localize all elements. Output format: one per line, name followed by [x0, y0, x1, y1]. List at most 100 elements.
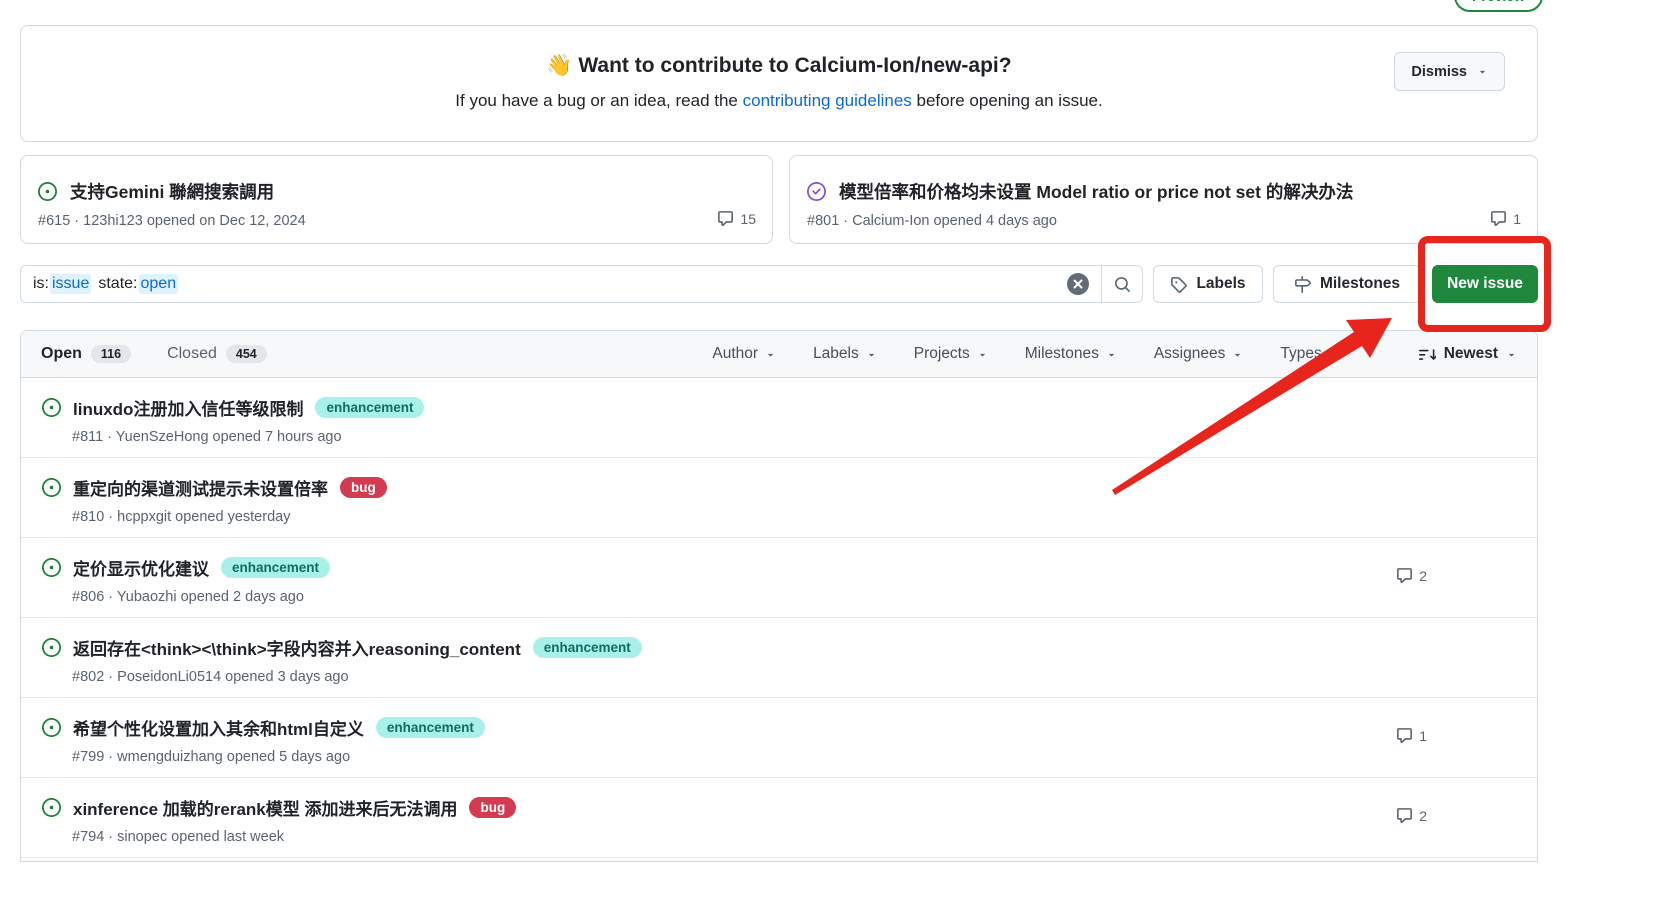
issue-meta: #802 · PoseidonLi0514 opened 3 days ago: [21, 660, 1537, 685]
sort-label: Newest: [1444, 345, 1498, 363]
issue-meta: #811 · YuenSzeHong opened 7 hours ago: [21, 420, 1537, 445]
issue-row: 返回存在<think><\think>字段内容并入reasoning_conte…: [21, 618, 1537, 698]
pinned-issue-card[interactable]: 模型倍率和价格均未设置 Model ratio or price not set…: [789, 155, 1538, 244]
issue-row: xinference 加载的rerank模型 添加进来后无法调用 bug #79…: [21, 778, 1537, 858]
closed-label: Closed: [167, 345, 217, 363]
milestones-button[interactable]: Milestones: [1273, 265, 1421, 303]
closed-count-badge: 454: [226, 345, 267, 363]
banner-title: 👋 Want to contribute to Calcium-Ion/new-…: [21, 54, 1537, 78]
comment-icon: [1396, 727, 1413, 744]
issue-title[interactable]: 希望个性化设置加入其余和html自定义: [73, 715, 364, 740]
chevron-down-icon: [1329, 349, 1340, 360]
comment-count-value: 1: [1513, 211, 1521, 227]
comment-icon: [1396, 807, 1413, 824]
filter-author[interactable]: Author: [712, 345, 776, 363]
issue-open-icon: [38, 182, 57, 201]
comment-count-value: 1: [1419, 728, 1427, 744]
issue-meta: #799 · wmengduizhang opened 5 days ago: [21, 740, 1537, 765]
contribute-banner: 👋 Want to contribute to Calcium-Ion/new-…: [20, 25, 1538, 142]
issue-open-icon: [42, 638, 61, 657]
filter-label: Types: [1280, 345, 1321, 363]
search-input-group: is:issue state:open: [20, 265, 1143, 303]
sort-button[interactable]: Newest: [1419, 345, 1517, 363]
pinned-issue-meta: #801 · Calcium-Ion opened 4 days ago: [790, 204, 1537, 229]
banner-subtitle: If you have a bug or an idea, read the c…: [21, 91, 1537, 111]
chevron-down-icon: [866, 349, 877, 360]
search-qualifier-key: is:: [33, 275, 49, 293]
labels-button[interactable]: Labels: [1153, 265, 1263, 303]
chevron-down-icon: [977, 349, 988, 360]
open-issues-tab[interactable]: Open 116: [41, 345, 131, 363]
banner-subtitle-pre: If you have a bug or an idea, read the: [455, 91, 742, 110]
comment-icon: [717, 210, 734, 227]
issue-label[interactable]: enhancement: [533, 637, 642, 658]
x-circle-icon: [1067, 273, 1089, 295]
comment-count-value: 15: [740, 211, 756, 227]
issue-title[interactable]: xinference 加载的rerank模型 添加进来后无法调用: [73, 795, 457, 820]
issue-meta: #806 · Yubaozhi opened 2 days ago: [21, 580, 1537, 605]
filter-label: Author: [712, 345, 758, 363]
comment-count: 1: [1396, 727, 1427, 744]
filter-milestones[interactable]: Milestones: [1025, 345, 1117, 363]
search-input[interactable]: is:issue state:open: [21, 266, 1101, 302]
contributing-guidelines-link[interactable]: contributing guidelines: [743, 91, 912, 110]
issue-open-icon: [42, 398, 61, 417]
filter-labels[interactable]: Labels: [813, 345, 877, 363]
preview-button[interactable]: Preview: [1454, 0, 1543, 12]
open-label: Open: [41, 345, 82, 363]
issue-row: 重定向的渠道测试提示未设置倍率 bug #810 · hcppxgit open…: [21, 458, 1537, 538]
chevron-down-icon: [1232, 349, 1243, 360]
issue-open-icon: [42, 718, 61, 737]
filter-label: Assignees: [1154, 345, 1226, 363]
issue-label[interactable]: enhancement: [221, 557, 330, 578]
milestone-icon: [1294, 276, 1311, 293]
pinned-issue-title[interactable]: 模型倍率和价格均未设置 Model ratio or price not set…: [839, 179, 1353, 204]
search-submit-button[interactable]: [1101, 266, 1142, 302]
issue-label[interactable]: bug: [469, 797, 516, 818]
banner-subtitle-post: before opening an issue.: [912, 91, 1103, 110]
filter-label: Labels: [813, 345, 859, 363]
issue-label[interactable]: enhancement: [376, 717, 485, 738]
search-qualifier-key: state:: [98, 275, 137, 293]
comment-icon: [1396, 567, 1413, 584]
issue-label[interactable]: bug: [340, 477, 387, 498]
comment-icon: [1490, 210, 1507, 227]
pinned-issue-card[interactable]: 支持Gemini 聯網搜索調用 #615 · 123hi123 opened o…: [20, 155, 773, 244]
issue-open-icon: [42, 478, 61, 497]
issues-list-header: Open 116 Closed 454 Author Labels Projec…: [21, 331, 1537, 378]
issues-list: Open 116 Closed 454 Author Labels Projec…: [20, 330, 1538, 862]
issues-page: Preview 👋 Want to contribute to Calcium-…: [0, 0, 1671, 915]
filter-projects[interactable]: Projects: [914, 345, 988, 363]
filter-label: Projects: [914, 345, 970, 363]
open-count-badge: 116: [91, 345, 131, 363]
search-qualifier-value: issue: [50, 274, 91, 294]
issue-title[interactable]: 定价显示优化建议: [73, 555, 209, 580]
issue-title[interactable]: linuxdo注册加入信任等级限制: [73, 395, 303, 420]
dismiss-label: Dismiss: [1411, 64, 1467, 80]
closed-issues-tab[interactable]: Closed 454: [131, 345, 267, 363]
pinned-issue-title[interactable]: 支持Gemini 聯網搜索調用: [70, 179, 274, 204]
pinned-issue-meta: #615 · 123hi123 opened on Dec 12, 2024: [21, 204, 772, 229]
sort-icon: [1419, 346, 1436, 363]
issue-label[interactable]: enhancement: [315, 397, 424, 418]
dismiss-button[interactable]: Dismiss: [1394, 52, 1505, 91]
issue-title[interactable]: 重定向的渠道测试提示未设置倍率: [73, 475, 328, 500]
issue-meta: #810 · hcppxgit opened yesterday: [21, 500, 1537, 525]
labels-button-label: Labels: [1196, 275, 1245, 293]
comment-count-value: 2: [1419, 568, 1427, 584]
tag-icon: [1170, 276, 1187, 293]
issue-row: linuxdo注册加入信任等级限制 enhancement #811 · Yue…: [21, 378, 1537, 458]
issue-row: 希望个性化设置加入其余和html自定义 enhancement #799 · w…: [21, 698, 1537, 778]
comment-count: 15: [717, 210, 756, 227]
filter-assignees[interactable]: Assignees: [1154, 345, 1244, 363]
new-issue-button[interactable]: New issue: [1432, 265, 1538, 303]
chevron-down-icon: [1477, 66, 1488, 77]
issue-title[interactable]: 返回存在<think><\think>字段内容并入reasoning_conte…: [73, 635, 521, 660]
issue-closed-icon: [807, 182, 826, 201]
clear-search-button[interactable]: [1067, 273, 1089, 295]
filter-types[interactable]: Types: [1280, 345, 1339, 363]
filter-label: Milestones: [1025, 345, 1099, 363]
search-qualifier-value: open: [139, 274, 179, 294]
chevron-down-icon: [1506, 349, 1517, 360]
chevron-down-icon: [1106, 349, 1117, 360]
